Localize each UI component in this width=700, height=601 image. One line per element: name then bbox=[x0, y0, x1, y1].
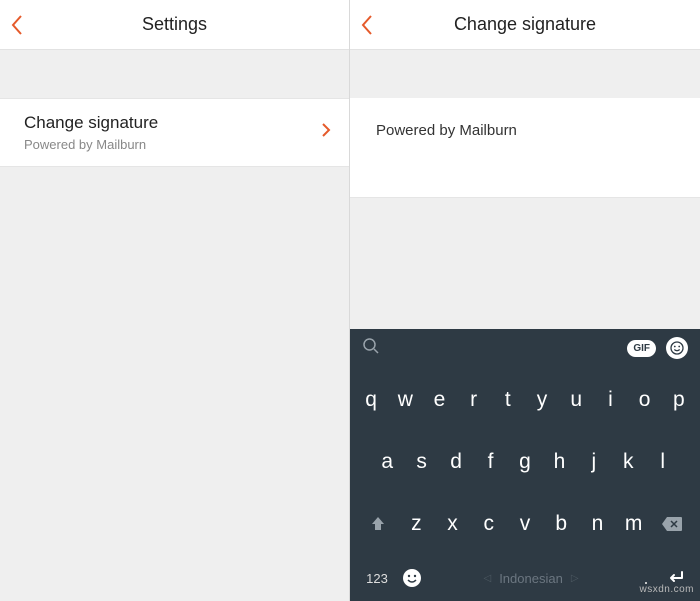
key-v[interactable]: v bbox=[510, 502, 540, 546]
keyboard-bottom-row: 123 ◁ Indonesian ▷ . bbox=[350, 555, 700, 601]
key-r[interactable]: r bbox=[459, 378, 489, 422]
prev-language-icon: ◁ bbox=[483, 573, 491, 584]
key-u[interactable]: u bbox=[561, 378, 591, 422]
enter-key[interactable] bbox=[660, 556, 690, 600]
numbers-key[interactable]: 123 bbox=[360, 556, 394, 600]
change-signature-pane: Change signature Powered by Mailburn GIF… bbox=[350, 0, 700, 601]
key-q[interactable]: q bbox=[356, 378, 386, 422]
section-spacer bbox=[350, 50, 700, 98]
key-x[interactable]: x bbox=[438, 502, 468, 546]
cell-text: Change signature Powered by Mailburn bbox=[24, 113, 321, 152]
key-t[interactable]: t bbox=[493, 378, 523, 422]
emoji-key[interactable] bbox=[398, 556, 426, 600]
key-h[interactable]: h bbox=[544, 440, 574, 484]
next-language-icon: ▷ bbox=[571, 573, 579, 584]
gif-button[interactable]: GIF bbox=[627, 340, 656, 357]
shift-key[interactable] bbox=[361, 502, 395, 546]
language-label: Indonesian bbox=[499, 571, 563, 586]
chevron-left-icon bbox=[360, 14, 374, 36]
backspace-key[interactable] bbox=[655, 502, 689, 546]
chevron-left-icon bbox=[10, 14, 24, 36]
key-n[interactable]: n bbox=[582, 502, 612, 546]
key-s[interactable]: s bbox=[407, 440, 437, 484]
navbar-change-signature: Change signature bbox=[350, 0, 700, 50]
key-a[interactable]: a bbox=[372, 440, 402, 484]
keyboard-toolbar: GIF bbox=[350, 329, 700, 367]
key-row-2: a s d f g h j k l bbox=[354, 440, 696, 484]
key-l[interactable]: l bbox=[648, 440, 678, 484]
key-d[interactable]: d bbox=[441, 440, 471, 484]
back-button[interactable] bbox=[10, 0, 24, 50]
key-m[interactable]: m bbox=[619, 502, 649, 546]
key-k[interactable]: k bbox=[613, 440, 643, 484]
navbar-settings: Settings bbox=[0, 0, 349, 50]
key-p[interactable]: p bbox=[664, 378, 694, 422]
key-o[interactable]: o bbox=[630, 378, 660, 422]
period-key[interactable]: . bbox=[636, 556, 656, 600]
key-e[interactable]: e bbox=[424, 378, 454, 422]
key-y[interactable]: y bbox=[527, 378, 557, 422]
signature-editor[interactable]: Powered by Mailburn bbox=[350, 98, 700, 198]
back-button[interactable] bbox=[360, 0, 374, 50]
spacebar-language[interactable]: ◁ Indonesian ▷ bbox=[430, 571, 632, 586]
key-row-1: q w e r t y u i o p bbox=[354, 378, 696, 422]
keyboard: GIF q w e r t y u i o p a s d bbox=[350, 329, 700, 601]
search-icon[interactable] bbox=[362, 337, 380, 360]
key-g[interactable]: g bbox=[510, 440, 540, 484]
cell-secondary-label: Powered by Mailburn bbox=[24, 137, 321, 152]
page-title: Settings bbox=[0, 14, 349, 35]
key-z[interactable]: z bbox=[401, 502, 431, 546]
key-f[interactable]: f bbox=[476, 440, 506, 484]
keyboard-rows: q w e r t y u i o p a s d f g h j k l bbox=[350, 367, 700, 555]
key-w[interactable]: w bbox=[390, 378, 420, 422]
page-title: Change signature bbox=[350, 14, 700, 35]
key-row-3: z x c v b n m bbox=[354, 502, 696, 546]
cell-primary-label: Change signature bbox=[24, 113, 321, 133]
sticker-button[interactable] bbox=[666, 337, 688, 359]
key-i[interactable]: i bbox=[595, 378, 625, 422]
settings-pane: Settings Change signature Powered by Mai… bbox=[0, 0, 350, 601]
section-spacer bbox=[0, 50, 349, 98]
key-c[interactable]: c bbox=[474, 502, 504, 546]
key-b[interactable]: b bbox=[546, 502, 576, 546]
chevron-right-icon bbox=[321, 122, 331, 143]
key-j[interactable]: j bbox=[579, 440, 609, 484]
change-signature-cell[interactable]: Change signature Powered by Mailburn bbox=[0, 98, 349, 167]
